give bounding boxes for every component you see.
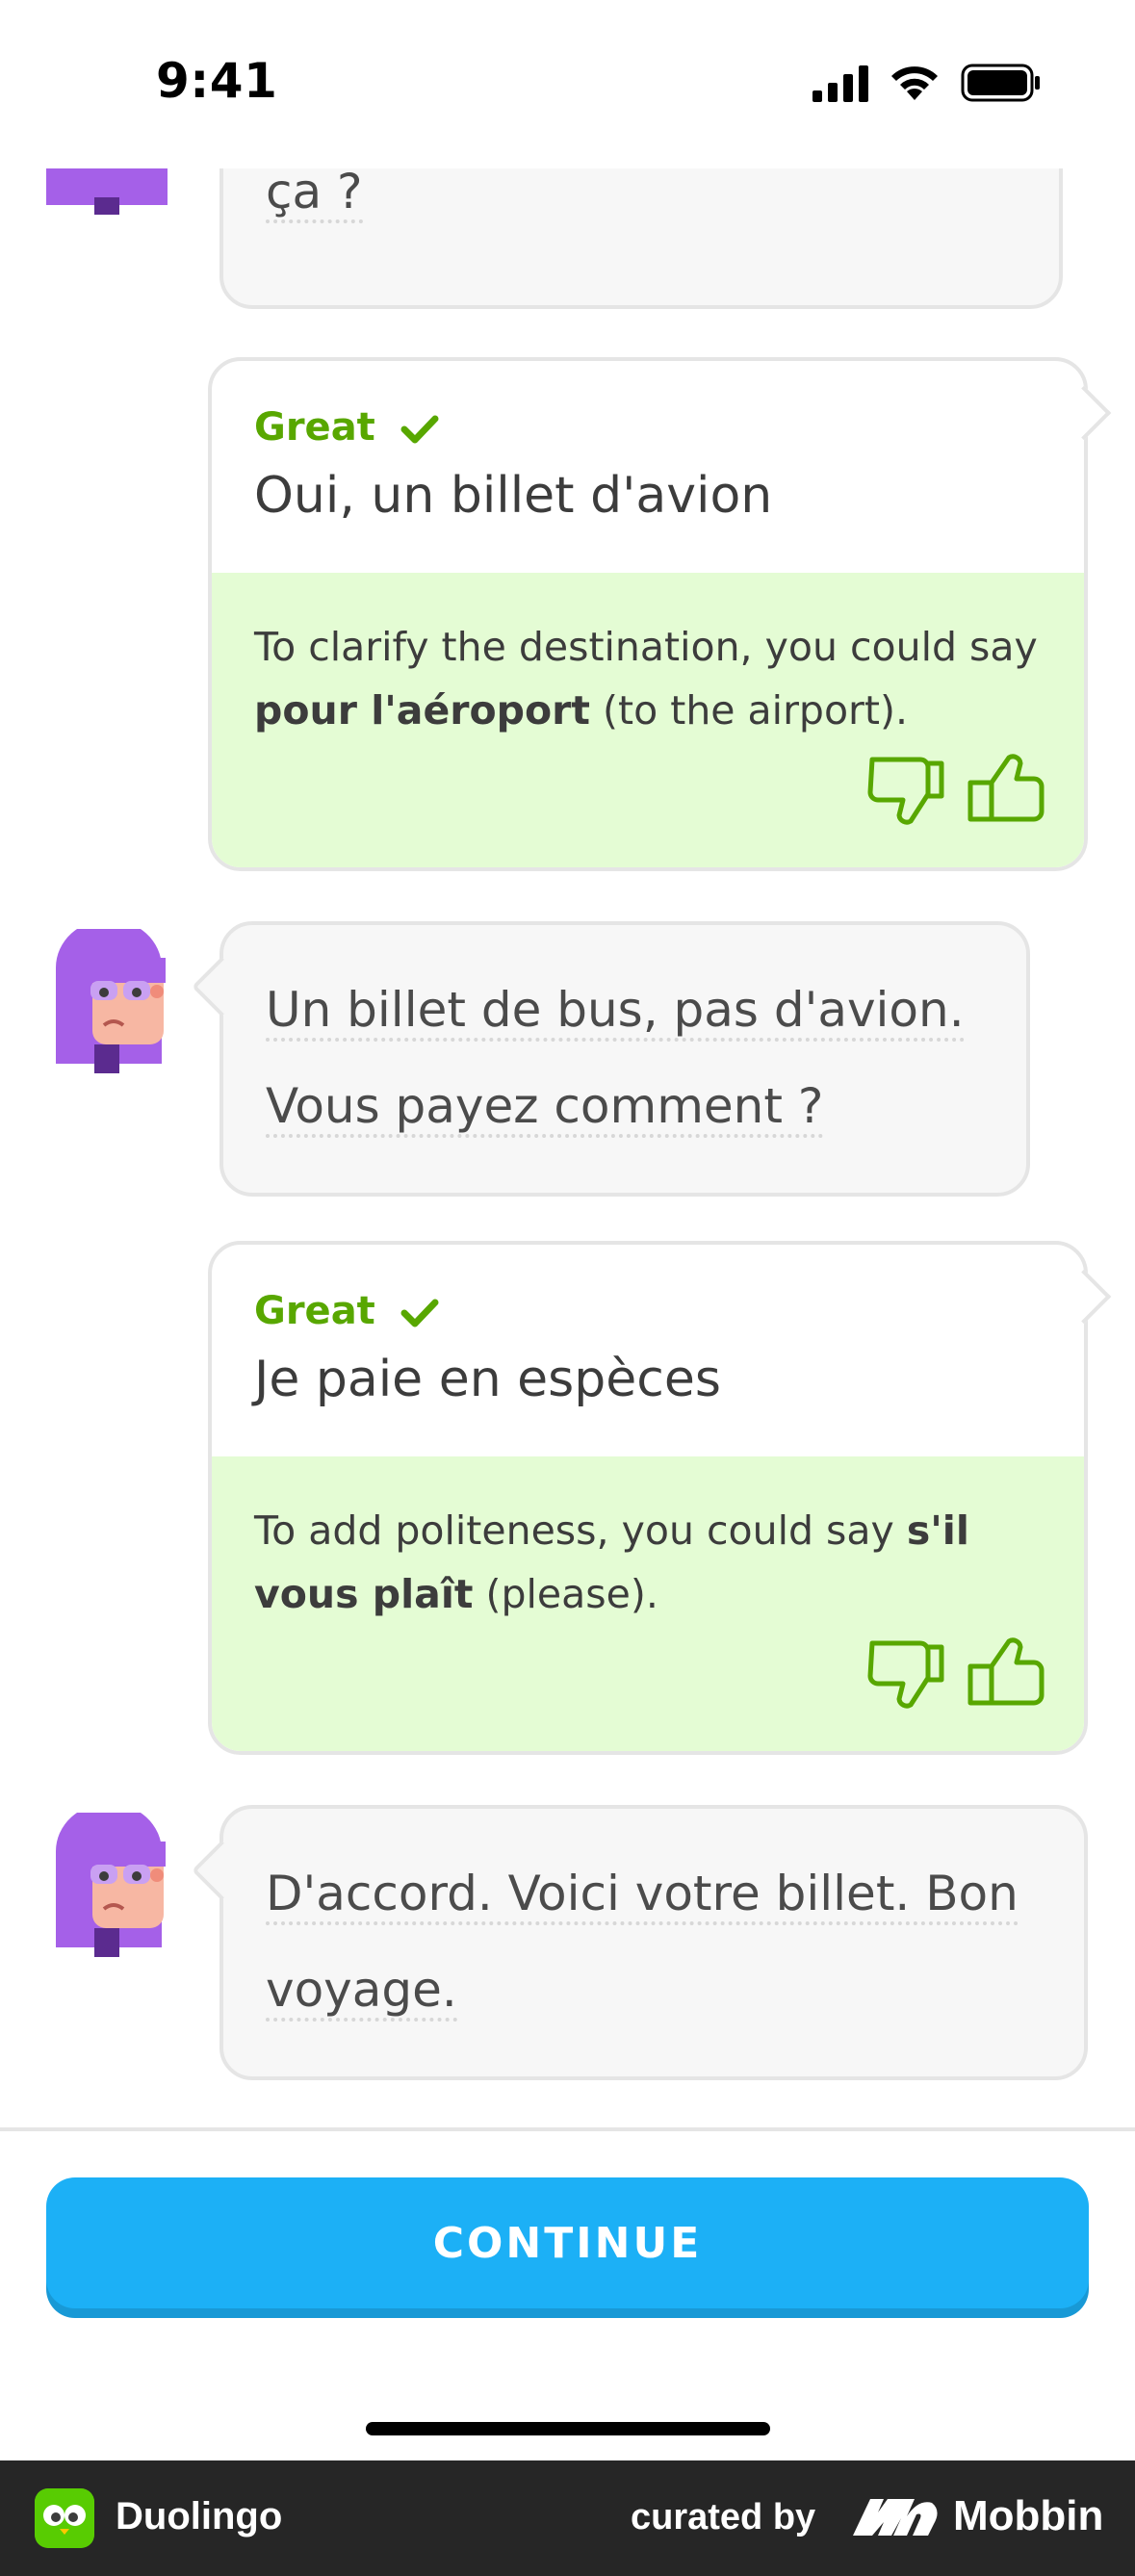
feedback-tip: To clarify the destination, you could sa… [212, 573, 1084, 867]
user-message-text: Je paie en espèces [254, 1351, 721, 1408]
chat-area[interactable]: ça ? Great Oui, un billet d'avion To cla… [0, 168, 1135, 2127]
thumbs-up-icon[interactable] [965, 752, 1045, 823]
checkmark-icon [400, 1299, 439, 1327]
user-message-bubble: Great Je paie en espèces To add politene… [208, 1241, 1088, 1755]
feedback-tip: To add politeness, you could say s'il vo… [212, 1456, 1084, 1751]
character-avatar[interactable] [46, 1813, 171, 1957]
divider [0, 2127, 1135, 2131]
partner-message-bubble: D'accord. Voici votre billet. Bon voyage… [191, 1805, 1088, 2080]
home-indicator[interactable] [366, 2422, 770, 2435]
user-message-text: Oui, un billet d'avion [254, 467, 773, 525]
rating-label: Great [254, 405, 439, 450]
partner-message-text[interactable]: Un billet de bus, pas d'avion. Vous paye… [266, 962, 965, 1154]
duolingo-logo-icon [35, 2488, 94, 2548]
partner-message-text[interactable]: ça ? [266, 168, 363, 240]
tip-text: To clarify the destination, you could sa… [254, 624, 1038, 734]
rating-label: Great [254, 1289, 439, 1333]
partner-message-bubble: Un billet de bus, pas d'avion. Vous paye… [191, 921, 1030, 1197]
character-avatar[interactable] [46, 929, 171, 1073]
status-time: 9:41 [156, 53, 278, 109]
status-bar: 9:41 [0, 0, 1135, 168]
mobbin-logo-icon [853, 2499, 938, 2536]
continue-button[interactable]: CONTINUE [46, 2177, 1089, 2308]
footer-app-name: Duolingo [116, 2495, 283, 2537]
tip-text: To add politeness, you could say s'il vo… [254, 1507, 969, 1617]
footer-bar: Duolingo curated by Mobbin [0, 2460, 1135, 2576]
signal-icon [813, 65, 868, 102]
bubble-tail [191, 1840, 252, 1901]
checkmark-icon [400, 415, 439, 444]
thumbs-up-icon[interactable] [965, 1636, 1045, 1707]
wifi-icon [891, 66, 938, 100]
curated-by-label: curated by [631, 2497, 816, 2537]
bubble-tail [191, 956, 252, 1018]
user-message-bubble: Great Oui, un billet d'avion To clarify … [208, 357, 1088, 871]
thumbs-down-icon[interactable] [866, 756, 947, 827]
mobbin-brand: Mobbin [953, 2492, 1104, 2539]
partner-message-bubble: ça ? [219, 168, 1063, 309]
thumbs-down-icon[interactable] [866, 1639, 947, 1711]
partner-message-text[interactable]: D'accord. Voici votre billet. Bon voyage… [266, 1845, 1019, 2038]
battery-icon [961, 64, 1040, 102]
character-avatar-partial [46, 168, 168, 215]
